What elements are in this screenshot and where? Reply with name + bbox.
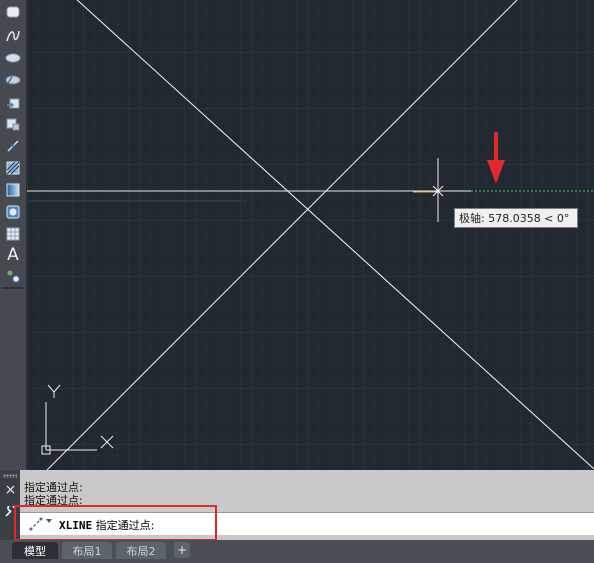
- drawing-canvas[interactable]: 极轴: 578.0358 < 0°: [27, 0, 594, 470]
- gradient-icon[interactable]: [3, 180, 23, 200]
- ellipse-icon[interactable]: [3, 48, 23, 68]
- table-icon[interactable]: [3, 224, 23, 244]
- model-space[interactable]: [27, 0, 594, 470]
- major-grid: [27, 0, 594, 470]
- command-prompt-text: 指定通过点:: [95, 519, 155, 532]
- xline-command-icon[interactable]: [28, 516, 44, 532]
- close-icon[interactable]: ×: [4, 483, 17, 497]
- spline-icon[interactable]: [3, 26, 23, 46]
- command-line-input[interactable]: XLINE 指定通过点:: [20, 512, 594, 535]
- polar-tooltip: 极轴: 578.0358 < 0°: [454, 208, 578, 228]
- layout-tab-bar: 模型 布局1 布局2 +: [0, 540, 594, 563]
- tab-layout1[interactable]: 布局1: [62, 542, 112, 559]
- draw-toolbar: A: [0, 0, 27, 470]
- ellipse-arc-icon[interactable]: [3, 70, 23, 90]
- add-layout-button[interactable]: +: [174, 542, 190, 558]
- history-line: 指定通过点:: [24, 481, 83, 494]
- region-icon[interactable]: [3, 202, 23, 222]
- wrench-icon[interactable]: [4, 506, 16, 518]
- toolbar-divider: [2, 287, 24, 289]
- command-window: × 指定通过点: 指定通过点: XLINE 指定通过点:: [0, 470, 594, 540]
- tab-model[interactable]: 模型: [12, 542, 58, 559]
- command-history: 指定通过点: 指定通过点:: [24, 481, 83, 507]
- point-icon[interactable]: [3, 136, 23, 156]
- command-window-handle[interactable]: ×: [0, 470, 20, 540]
- insert-block-icon[interactable]: [3, 92, 23, 112]
- history-line: 指定通过点:: [24, 494, 83, 507]
- rectangle-icon[interactable]: [3, 2, 23, 22]
- command-keyword: XLINE: [59, 519, 93, 532]
- add-selected-icon[interactable]: [3, 266, 23, 286]
- chevron-down-icon[interactable]: [46, 519, 52, 523]
- multiline-text-icon[interactable]: A: [3, 245, 23, 265]
- make-block-icon[interactable]: [3, 114, 23, 134]
- command-prompt: XLINE 指定通过点:: [59, 517, 154, 533]
- grip-icon[interactable]: [3, 474, 17, 478]
- hatch-icon[interactable]: [3, 158, 23, 178]
- tab-layout2[interactable]: 布局2: [116, 542, 166, 559]
